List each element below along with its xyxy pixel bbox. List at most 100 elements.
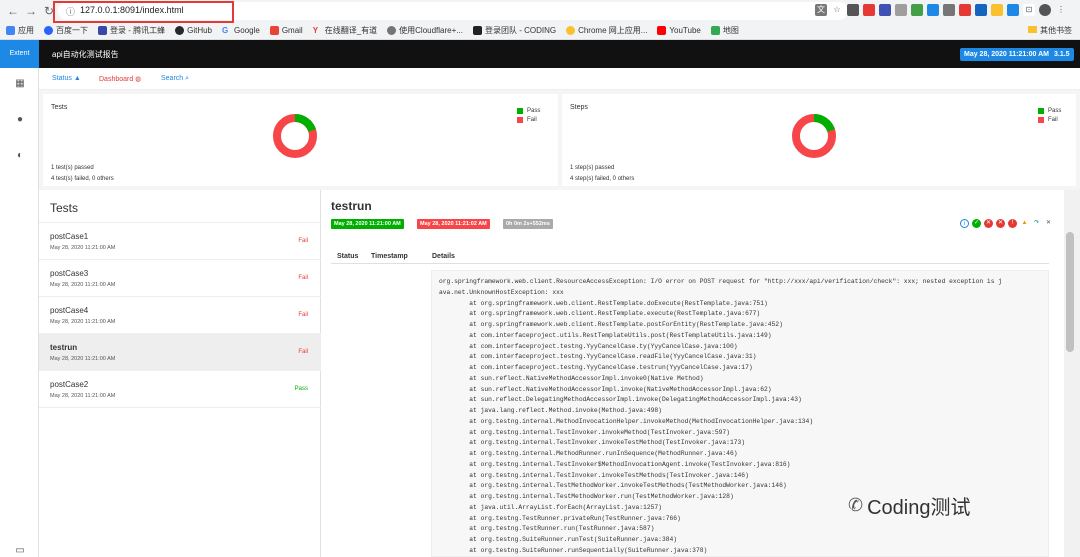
extension-icon[interactable]: [879, 4, 891, 16]
test-date: May 28, 2020 11:21:00 AM: [50, 282, 116, 288]
pass-icon[interactable]: ✓: [972, 219, 981, 228]
tests-card-title: Tests: [51, 104, 68, 111]
extension-icon[interactable]: [847, 4, 859, 16]
version-badge: 3.1.5: [1050, 48, 1074, 61]
watermark-text: Coding测试: [867, 496, 971, 519]
error-icon[interactable]: !: [1008, 219, 1017, 228]
translate-icon[interactable]: 文: [815, 4, 827, 16]
legend-pass-label: Pass: [1048, 108, 1062, 114]
log-line: at org.springframework.web.client.RestTe…: [439, 321, 783, 328]
log-line: at com.interfaceproject.testng.YyyCancel…: [439, 364, 753, 371]
menu-icon[interactable]: ⋮: [1055, 4, 1067, 16]
extension-icon[interactable]: [1007, 4, 1019, 16]
info-icon[interactable]: i: [960, 219, 969, 228]
bookmark-apps[interactable]: 应用: [6, 25, 34, 36]
extension-icon[interactable]: [863, 4, 875, 16]
list-divider: [39, 407, 321, 408]
extension-icon[interactable]: [927, 4, 939, 16]
chrome-store-icon: [566, 25, 576, 35]
test-date: May 28, 2020 11:21:00 AM: [50, 393, 116, 399]
bookmark-label: 登录 - 腾讯工蜂: [110, 25, 166, 35]
test-item[interactable]: postCase2 May 28, 2020 11:21:00 AM Pass: [39, 370, 321, 407]
test-date: May 28, 2020 11:21:00 AM: [50, 356, 116, 362]
extension-icon[interactable]: [895, 4, 907, 16]
extension-icon[interactable]: [959, 4, 971, 16]
extension-icon[interactable]: [911, 4, 923, 16]
youdao-icon: Y: [312, 25, 319, 35]
test-status: Fail: [298, 238, 308, 244]
bookmarks-bar: 应用 百度一下 登录 - 腾讯工蜂 GitHub G Google Gmail Y…: [0, 22, 1080, 38]
bookmark-gmail[interactable]: Gmail: [269, 25, 303, 35]
brand-logo[interactable]: Extent: [0, 40, 39, 68]
extension-icon[interactable]: [991, 4, 1003, 16]
extension-icon[interactable]: ⊡: [1023, 4, 1035, 16]
test-item[interactable]: postCase4 May 28, 2020 11:21:00 AM Fail: [39, 296, 321, 333]
search-icon: ⌕: [185, 75, 190, 82]
bookmark-coding[interactable]: 登录团队 - CODING: [472, 25, 556, 36]
test-item[interactable]: postCase1 May 28, 2020 11:21:00 AM Fail: [39, 222, 321, 259]
legend-fail: Fail: [517, 117, 540, 123]
warning-icon[interactable]: ▲: [1020, 219, 1029, 228]
page-scrollbar[interactable]: [1064, 190, 1080, 557]
log-line: at com.interfaceproject.testng.YyyCancel…: [439, 342, 738, 350]
maps-icon: [710, 25, 720, 35]
forward-icon[interactable]: →: [24, 4, 38, 18]
bookmark-label: GitHub: [187, 25, 213, 35]
col-status: Status: [337, 253, 359, 260]
test-item-selected[interactable]: testrun May 28, 2020 11:21:00 AM Fail: [39, 333, 321, 370]
dashboard-icon: ◍: [135, 76, 142, 83]
log-line: at org.testng.SuiteRunner.runTest(SuiteR…: [439, 536, 678, 543]
legend-pass: Pass: [517, 108, 540, 114]
back-icon[interactable]: ←: [6, 4, 20, 18]
other-bookmarks-label: 其他书签: [1040, 26, 1072, 35]
extension-icon[interactable]: [975, 4, 987, 16]
dashboard-nav[interactable]: Dashboard ◍: [99, 75, 141, 83]
log-line: at org.testng.internal.TestInvoker.invok…: [439, 439, 746, 447]
bookmark-label: Gmail: [281, 25, 303, 35]
log-line: at java.lang.reflect.Method.invoke(Metho…: [439, 407, 662, 414]
grid-icon[interactable]: ▦: [14, 78, 26, 90]
log-line: at org.testng.internal.MethodRunner.runI…: [439, 450, 738, 457]
youtube-icon: [657, 25, 667, 35]
star-icon[interactable]: ☆: [831, 4, 843, 16]
baidu-icon: [44, 25, 53, 35]
report-header: Extent api自动化测试报告 May 28, 2020 11:21:00 …: [0, 40, 1080, 68]
bookmark-maps[interactable]: 地图: [710, 25, 739, 36]
bookmark-github[interactable]: GitHub: [175, 25, 213, 35]
bookmark-label: 在线翻译_有道: [324, 25, 378, 35]
bookmark-baidu[interactable]: 百度一下: [44, 25, 88, 36]
profile-avatar[interactable]: [1039, 4, 1051, 16]
google-icon: G: [222, 25, 229, 35]
steps-card-title: Steps: [570, 104, 588, 111]
bookmark-label: 使用Cloudflare+...: [399, 25, 463, 35]
skip-icon[interactable]: ↷: [1032, 219, 1041, 228]
fatal-icon[interactable]: ✕: [996, 219, 1005, 228]
bug-icon[interactable]: ●: [14, 114, 26, 126]
fail-icon[interactable]: ✕: [984, 219, 993, 228]
tests-list-panel: Tests postCase1 May 28, 2020 11:21:00 AM…: [39, 190, 321, 557]
extension-icon[interactable]: [943, 4, 955, 16]
clear-filter-icon[interactable]: ✕: [1044, 219, 1053, 228]
test-item[interactable]: postCase3 May 28, 2020 11:21:00 AM Fail: [39, 259, 321, 296]
bookmark-gongfeng[interactable]: 登录 - 腾讯工蜂: [98, 25, 165, 36]
bookmark-youdao[interactable]: Y 在线翻译_有道: [313, 25, 377, 36]
other-bookmarks[interactable]: 其他书签: [1028, 25, 1072, 36]
test-name: testrun: [50, 343, 78, 352]
dashboard-icon[interactable]: ◐: [14, 150, 26, 162]
monitor-icon[interactable]: ▭: [14, 545, 26, 557]
bookmark-google[interactable]: G Google: [222, 26, 260, 35]
sidebar: ▦ ● ◐ ▭: [0, 68, 39, 557]
bookmark-chrome-store[interactable]: Chrome 网上应用...: [566, 25, 647, 36]
col-timestamp: Timestamp: [371, 253, 408, 260]
bookmark-cloudflare[interactable]: 使用Cloudflare+...: [387, 25, 463, 36]
detail-title: testrun: [331, 199, 372, 213]
search-nav[interactable]: Search ⌕: [161, 75, 189, 83]
sub-nav: Status ▲ Dashboard ◍ Search ⌕: [39, 68, 1080, 90]
log-line: at org.testng.SuiteRunner.runSequentiall…: [439, 546, 708, 554]
steps-legend: Pass Fail: [1038, 108, 1061, 126]
scrollbar-thumb[interactable]: [1066, 232, 1074, 352]
steps-failed-text: 4 step(s) failed, 0 others: [570, 176, 635, 182]
status-nav[interactable]: Status ▲: [52, 75, 81, 82]
legend-fail-label: Fail: [527, 117, 537, 123]
bookmark-youtube[interactable]: YouTube: [657, 25, 701, 35]
